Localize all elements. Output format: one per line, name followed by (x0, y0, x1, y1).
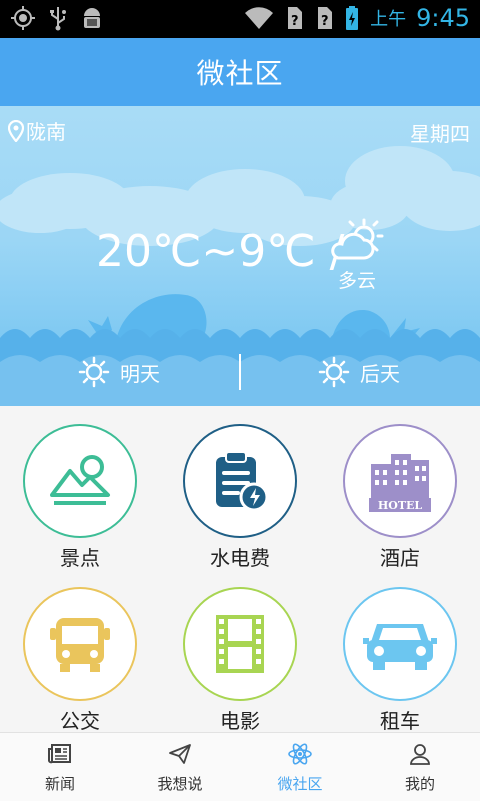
status-time: 9:45 (416, 4, 470, 32)
status-bar: ? ? 上午 9:45 (0, 0, 480, 38)
service-label: 公交 (60, 709, 100, 733)
forecast-tomorrow[interactable]: 明天 (78, 356, 160, 388)
nav-label: 微社区 (277, 775, 323, 793)
service-icon-circle (23, 424, 137, 538)
sun-icon (318, 356, 350, 388)
location-name: 陇南 (26, 120, 66, 144)
person-icon (410, 744, 430, 765)
hotel-icon: HOTEL (369, 454, 431, 512)
weather-panel[interactable]: 陇南 星期四 20℃~9℃ / 多云 明天 后天 (0, 106, 480, 406)
service-label: 景点 (60, 546, 100, 570)
page-title: 微社区 (196, 57, 284, 90)
service-label: 酒店 (380, 546, 420, 570)
nav-i-want-to-say[interactable]: 我想说 (120, 733, 240, 801)
nav-label: 我的 (404, 775, 435, 793)
temperature-range: 20℃~9℃ / (96, 226, 345, 277)
mountain-icon (50, 455, 110, 505)
nav-news[interactable]: 新闻 (0, 733, 120, 801)
forecast-label: 明天 (120, 361, 160, 386)
status-ampm: 上午 (370, 9, 407, 30)
service-grid: 景点 水电费 HOTEL 酒店 公交 电影 租车 (0, 406, 480, 733)
service-label: 租车 (380, 709, 420, 733)
service-car-rental[interactable]: 租车 (320, 569, 480, 733)
sim-unknown-icon: ? (288, 7, 303, 29)
service-bus[interactable]: 公交 (0, 569, 160, 733)
forecast-divider (239, 354, 241, 390)
android-debug-icon (84, 8, 100, 28)
paper-plane-icon (169, 744, 191, 764)
service-movie[interactable]: 电影 (160, 569, 320, 733)
service-label: 电影 (220, 709, 260, 733)
service-label: 水电费 (210, 546, 270, 570)
battery-charging-icon (346, 6, 359, 30)
forecast-label: 后天 (360, 361, 400, 386)
service-icon-circle: HOTEL (343, 424, 457, 538)
weather-condition: 多云 (338, 270, 377, 292)
atom-icon (288, 743, 312, 765)
bus-icon (50, 618, 110, 672)
svg-text:HOTEL: HOTEL (378, 499, 423, 512)
sun-icon (78, 356, 110, 388)
nav-mine[interactable]: 我的 (360, 733, 480, 801)
car-icon (363, 624, 437, 670)
usb-icon (50, 7, 66, 31)
service-utility-bill[interactable]: 水电费 (160, 406, 320, 570)
sim-unknown-icon: ? (318, 7, 333, 29)
service-icon-circle (183, 424, 297, 538)
location[interactable]: 陇南 (8, 116, 66, 145)
bottom-nav: 新闻 我想说 微社区 我的 (0, 732, 480, 801)
wifi-icon (245, 7, 274, 29)
service-icon-circle (183, 587, 297, 701)
partly-cloudy-icon (331, 218, 384, 260)
service-icon-circle (23, 587, 137, 701)
service-icon-circle (343, 587, 457, 701)
title-bar: 微社区 (0, 38, 480, 106)
newspaper-icon (48, 744, 71, 764)
location-pin-icon (8, 119, 24, 142)
nav-micro-community[interactable]: 微社区 (240, 733, 360, 801)
svg-text:?: ? (321, 14, 329, 29)
service-hotel[interactable]: HOTEL 酒店 (320, 406, 480, 570)
utility-bill-icon (216, 451, 269, 512)
nav-label: 我想说 (157, 775, 203, 793)
forecast-day-after[interactable]: 后天 (318, 356, 400, 388)
nav-label: 新闻 (44, 775, 75, 793)
film-icon (216, 615, 264, 673)
service-scenic-spots[interactable]: 景点 (0, 406, 160, 570)
svg-text:?: ? (291, 14, 299, 29)
gps-icon (11, 6, 35, 30)
weekday: 星期四 (410, 122, 470, 146)
